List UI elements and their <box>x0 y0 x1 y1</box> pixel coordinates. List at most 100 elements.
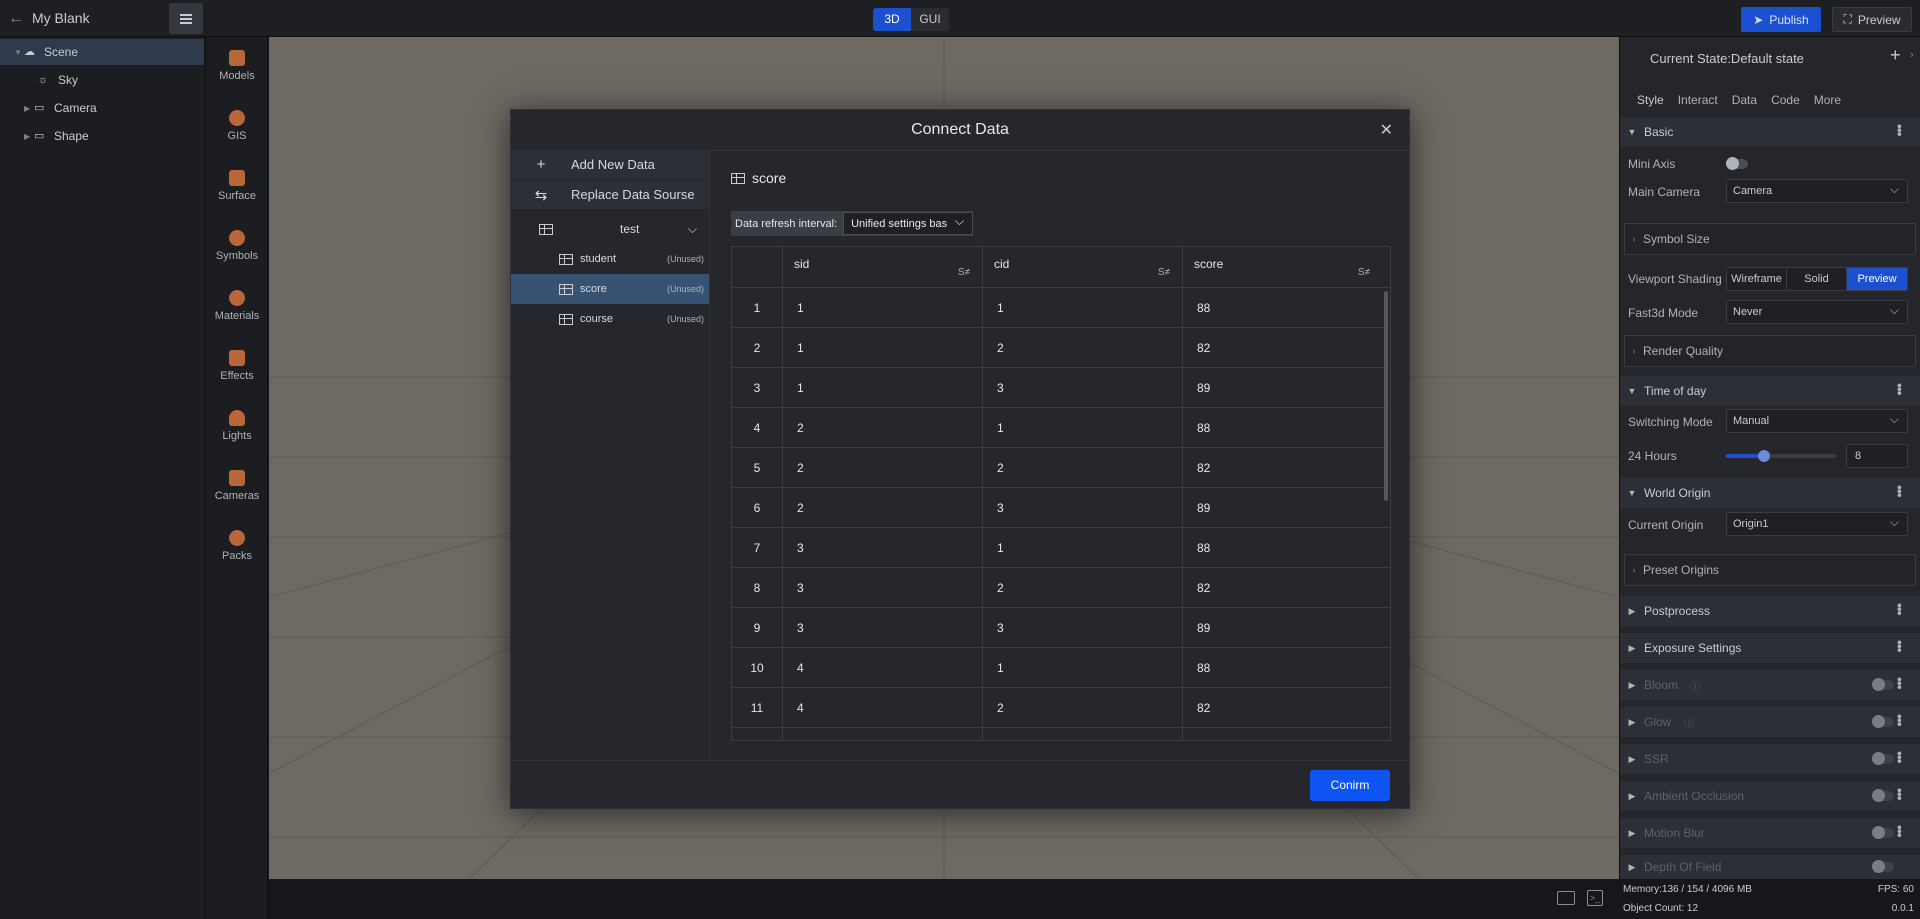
tree-item-shape[interactable]: ▶ ▭ Shape <box>0 123 204 149</box>
tree-item-scene[interactable]: ▼ ☁ Scene <box>0 39 204 65</box>
main-camera-select[interactable]: Camera <box>1726 179 1908 203</box>
section-exposure[interactable]: ▶ Exposure Settings ••• <box>1620 633 1920 663</box>
keyboard-icon[interactable] <box>1557 891 1575 905</box>
help-icon[interactable]: ⓘ <box>1684 715 1694 730</box>
more-icon[interactable]: ••• <box>1892 788 1908 800</box>
back-arrow-icon[interactable]: ← <box>8 9 28 29</box>
section-bloom[interactable]: ▶ Bloom ⓘ ••• <box>1620 670 1920 700</box>
asset-packs[interactable]: Packs <box>206 530 268 580</box>
preview-button[interactable]: ⛶ Preview <box>1832 7 1912 32</box>
section-ssr[interactable]: ▶ SSR ••• <box>1620 744 1920 774</box>
tree-item-sky[interactable]: ☼ Sky <box>0 67 204 93</box>
field-type-icon[interactable]: S≠ <box>1358 267 1370 278</box>
section-depth-of-field[interactable]: ▶ Depth Of Field <box>1620 855 1920 879</box>
section-postprocess[interactable]: ▶ Postprocess ••• <box>1620 596 1920 626</box>
table-cell: 88 <box>1197 301 1211 315</box>
add-new-data-button[interactable]: + Add New Data <box>511 150 709 179</box>
table-item-score[interactable]: score (Unused) <box>511 274 709 304</box>
mini-axis-toggle[interactable] <box>1726 157 1748 170</box>
section-ambient-occlusion[interactable]: ▶ Ambient Occlusion ••• <box>1620 781 1920 811</box>
more-icon[interactable]: ••• <box>1892 640 1908 652</box>
more-icon[interactable]: ••• <box>1892 603 1908 615</box>
refresh-interval-select[interactable]: Unified settings bas <box>843 212 974 235</box>
section-basic[interactable]: ▼ Basic ••• <box>1620 117 1920 147</box>
table-cell: 89 <box>1197 621 1211 635</box>
send-icon: ➤ <box>1753 12 1764 27</box>
asset-gis[interactable]: GIS <box>206 110 268 160</box>
caret-right-icon[interactable]: ▶ <box>24 104 34 113</box>
table-cell: 3 <box>797 621 804 635</box>
shading-preview[interactable]: Preview <box>1847 268 1907 290</box>
field-type-icon[interactable]: S≠ <box>1158 267 1170 278</box>
section-world-origin[interactable]: ▼ World Origin ••• <box>1620 478 1920 508</box>
column-header-cid[interactable]: cid S≠ <box>982 247 1182 287</box>
hours-input[interactable]: 8 <box>1846 444 1908 468</box>
table-row: 9 3 3 89 <box>732 607 1390 647</box>
table-item-course[interactable]: course (Unused) <box>511 304 709 334</box>
ssr-toggle[interactable] <box>1872 752 1894 765</box>
more-icon[interactable]: ••• <box>1892 825 1908 837</box>
confirm-button[interactable]: Conirm <box>1310 770 1390 801</box>
more-icon[interactable]: ••• <box>1892 751 1908 763</box>
hours-slider[interactable] <box>1726 450 1836 462</box>
table-item-student[interactable]: student (Unused) <box>511 244 709 274</box>
ao-toggle[interactable] <box>1872 789 1894 802</box>
motion-blur-toggle[interactable] <box>1872 826 1894 839</box>
field-type-icon[interactable]: S≠ <box>958 267 970 278</box>
section-motion-blur[interactable]: ▶ Motion Blur ••• <box>1620 818 1920 848</box>
asset-symbols[interactable]: Symbols <box>206 230 268 280</box>
section-glow[interactable]: ▶ Glow ⓘ ••• <box>1620 707 1920 737</box>
add-state-icon[interactable]: + <box>1890 45 1901 66</box>
tab-more[interactable]: More <box>1814 89 1841 111</box>
tab-data[interactable]: Data <box>1732 89 1757 111</box>
chevron-right-icon[interactable]: › <box>1910 49 1914 61</box>
menu-button[interactable] <box>169 3 203 34</box>
row-index: 11 <box>750 701 764 715</box>
more-icon[interactable]: ••• <box>1892 383 1908 395</box>
glow-toggle[interactable] <box>1872 715 1894 728</box>
render-quality-group[interactable]: › Render Quality <box>1624 335 1916 367</box>
help-icon[interactable]: ⓘ <box>1690 678 1700 693</box>
switching-mode-select[interactable]: Manual <box>1726 409 1908 433</box>
fast3d-select[interactable]: Never <box>1726 300 1908 324</box>
dof-toggle[interactable] <box>1872 860 1894 873</box>
bloom-toggle[interactable] <box>1872 678 1894 691</box>
terminal-icon[interactable]: >_ <box>1587 890 1603 906</box>
data-source-test[interactable]: test ⌵ <box>511 214 709 244</box>
asset-materials[interactable]: Materials <box>206 290 268 340</box>
current-origin-select[interactable]: Origin1 <box>1726 512 1908 536</box>
caret-down-icon[interactable]: ▼ <box>14 48 24 57</box>
refresh-interval: Data refresh interval: Unified settings … <box>731 211 974 236</box>
mode-3d-tab[interactable]: 3D <box>873 8 911 31</box>
hours-slider-thumb[interactable] <box>1758 450 1770 462</box>
chevron-down-icon[interactable]: ⌵ <box>688 222 697 237</box>
symbol-size-group[interactable]: › Symbol Size <box>1624 223 1916 255</box>
column-header-score[interactable]: score S≠ <box>1182 247 1382 287</box>
symbols-icon <box>229 230 245 246</box>
preset-origins-group[interactable]: › Preset Origins <box>1624 554 1916 586</box>
tab-interact[interactable]: Interact <box>1678 89 1718 111</box>
replace-data-source-button[interactable]: ⇆ Replace Data Sourse <box>511 180 709 209</box>
close-icon[interactable]: ✕ <box>1380 120 1393 140</box>
table-cell: 89 <box>1197 501 1211 515</box>
asset-lights[interactable]: Lights <box>206 410 268 460</box>
more-icon[interactable]: ••• <box>1892 485 1908 497</box>
column-header-sid[interactable]: sid S≠ <box>782 247 982 287</box>
tab-style[interactable]: Style <box>1637 89 1664 111</box>
table-scrollbar[interactable] <box>1384 291 1388 501</box>
shading-wireframe[interactable]: Wireframe <box>1727 268 1787 290</box>
tree-item-camera[interactable]: ▶ ▭ Camera <box>0 95 204 121</box>
asset-surface[interactable]: Surface <box>206 170 268 220</box>
mode-gui-tab[interactable]: GUI <box>911 8 949 31</box>
more-icon[interactable]: ••• <box>1892 124 1908 136</box>
publish-button[interactable]: ➤ Publish <box>1741 7 1821 32</box>
asset-effects[interactable]: Effects <box>206 350 268 400</box>
asset-models[interactable]: Models <box>206 50 268 100</box>
section-time-of-day[interactable]: ▼ Time of day ••• <box>1620 376 1920 406</box>
caret-right-icon[interactable]: ▶ <box>24 132 34 141</box>
shading-solid[interactable]: Solid <box>1787 268 1847 290</box>
more-icon[interactable]: ••• <box>1892 714 1908 726</box>
more-icon[interactable]: ••• <box>1892 677 1908 689</box>
tab-code[interactable]: Code <box>1771 89 1800 111</box>
asset-cameras[interactable]: Cameras <box>206 470 268 520</box>
